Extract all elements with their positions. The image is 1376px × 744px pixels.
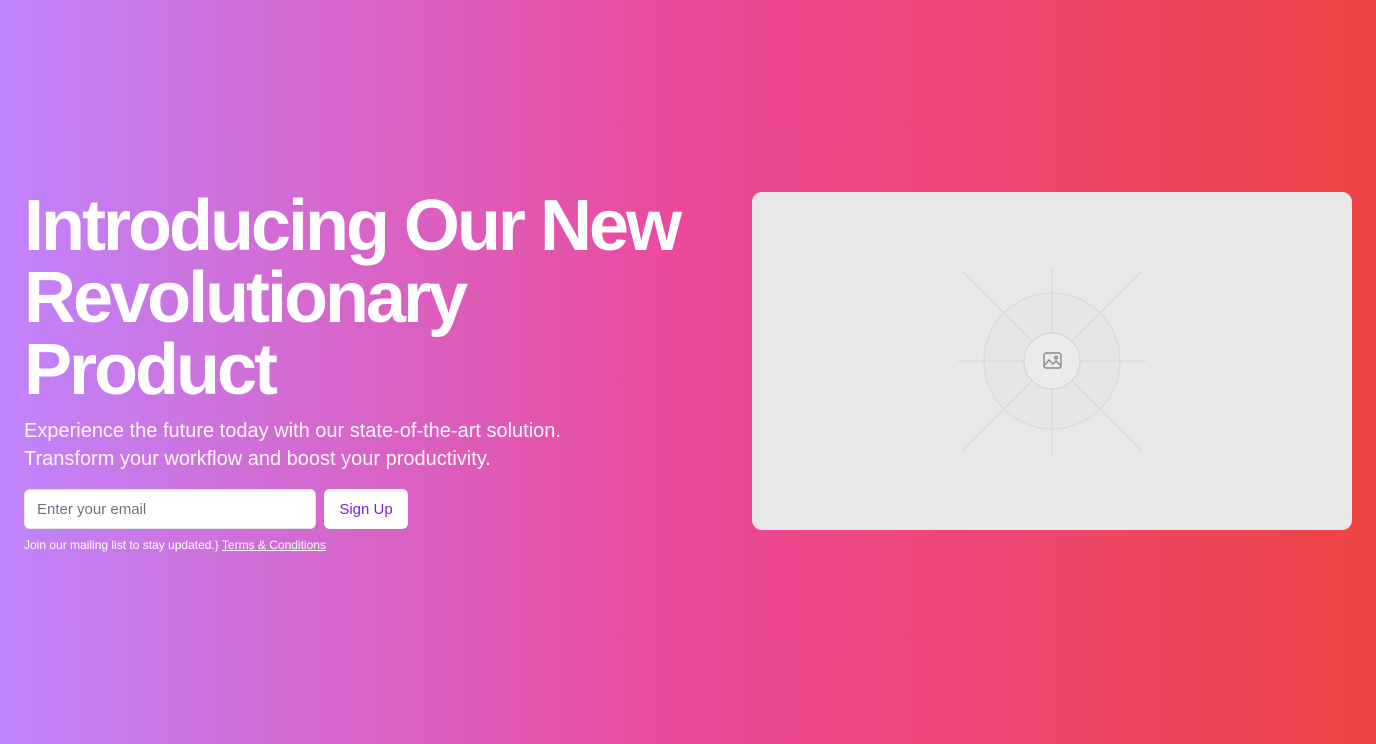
hero-subtitle-line: Experience the future today with our sta… bbox=[24, 420, 561, 442]
hero-title-line: Revolutionary bbox=[24, 258, 468, 338]
hero-title: Introducing Our New Revolutionary Produc… bbox=[24, 190, 724, 406]
product-image-placeholder bbox=[752, 192, 1352, 530]
hero-subtitle: Experience the future today with our sta… bbox=[24, 417, 664, 473]
hero-title-line: Introducing Our New bbox=[24, 186, 682, 266]
hero-subtitle-line: Transform your workflow and boost your p… bbox=[24, 448, 491, 470]
signup-form: Sign Up bbox=[24, 489, 724, 529]
hero-section: Introducing Our New Revolutionary Produc… bbox=[0, 0, 1376, 744]
email-input[interactable] bbox=[24, 489, 316, 529]
sign-up-button[interactable]: Sign Up bbox=[324, 489, 408, 529]
hero-title-line: Product bbox=[24, 330, 278, 410]
signup-fineprint: Join our mailing list to stay updated.} … bbox=[24, 537, 724, 553]
terms-link[interactable]: Terms & Conditions bbox=[222, 538, 326, 552]
fineprint-text: Join our mailing list to stay updated.} bbox=[24, 538, 219, 552]
image-placeholder-graphic bbox=[958, 267, 1146, 455]
hero-content: Introducing Our New Revolutionary Produc… bbox=[24, 190, 724, 553]
placeholder-inner-circle bbox=[1023, 332, 1081, 390]
